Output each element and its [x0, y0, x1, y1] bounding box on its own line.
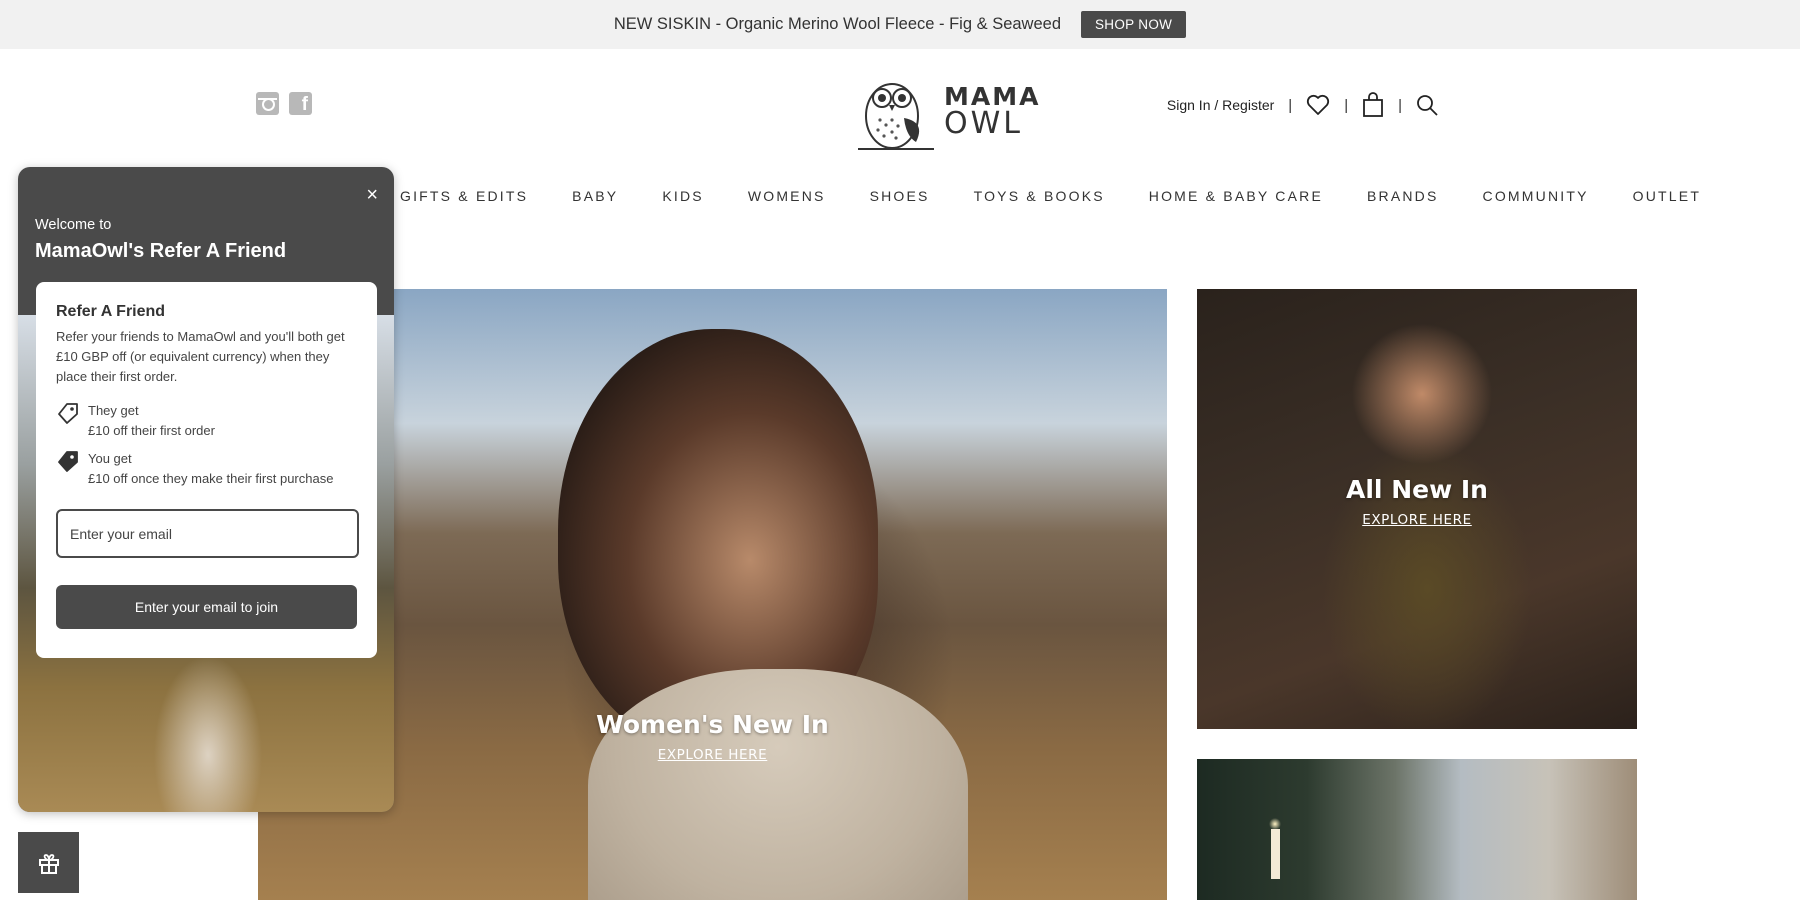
- sign-in-register-link[interactable]: Sign In / Register: [1167, 97, 1274, 113]
- you-get-benefit: You get £10 off once they make their fir…: [56, 449, 357, 489]
- search-icon: [1417, 95, 1438, 116]
- main-nav: GIFTS & EDITS BABY KIDS WOMENS SHOES TOY…: [400, 188, 1701, 204]
- you-get-detail: £10 off once they make their first purch…: [88, 471, 334, 486]
- all-new-in-title: All New In: [1346, 475, 1488, 504]
- bag-icon: [1363, 92, 1383, 117]
- nav-item-home-baby-care[interactable]: HOME & BABY CARE: [1149, 188, 1323, 204]
- tag-filled-icon: [58, 451, 78, 472]
- close-icon[interactable]: ×: [366, 185, 378, 205]
- nav-item-community[interactable]: COMMUNITY: [1483, 188, 1589, 204]
- refer-a-friend-popup: × Welcome to MamaOwl's Refer A Friend Re…: [18, 167, 394, 812]
- heart-icon: [1307, 94, 1330, 115]
- candle-image: [1271, 829, 1280, 879]
- womens-new-in-caption: Women's New In EXPLORE HERE: [258, 710, 1167, 764]
- tag-outline-icon: [58, 403, 78, 424]
- home-tile[interactable]: [1197, 759, 1637, 900]
- account-bar: Sign In / Register | | |: [1167, 92, 1438, 118]
- referral-launcher-button[interactable]: [18, 832, 79, 893]
- search-button[interactable]: [1416, 94, 1438, 116]
- you-get-title: You get: [88, 451, 132, 466]
- womens-new-in-tile[interactable]: Women's New In EXPLORE HERE: [258, 289, 1167, 900]
- nav-item-outlet[interactable]: OUTLET: [1633, 188, 1701, 204]
- logo-text-mama: MAMA: [944, 81, 1041, 111]
- nav-item-kids[interactable]: KIDS: [662, 188, 703, 204]
- social-links: f: [256, 92, 312, 115]
- popup-welcome-text: Welcome to: [35, 217, 112, 233]
- site-logo[interactable]: MAMA OWL: [856, 70, 1040, 152]
- facebook-icon[interactable]: f: [289, 92, 312, 115]
- nav-item-shoes[interactable]: SHOES: [870, 188, 930, 204]
- refer-card: Refer A Friend Refer your friends to Mam…: [36, 282, 377, 658]
- they-get-detail: £10 off their first order: [88, 423, 215, 438]
- owl-logo-icon: [858, 83, 934, 150]
- email-field[interactable]: [56, 509, 359, 558]
- logo-text-owl: OWL: [944, 105, 1023, 141]
- refer-card-description: Refer your friends to MamaOwl and you'll…: [56, 329, 345, 384]
- announcement-text: NEW SISKIN - Organic Merino Wool Fleece …: [613, 15, 1061, 33]
- hero-image-sweater: [588, 669, 968, 900]
- gift-icon: [38, 853, 59, 874]
- they-get-benefit: They get £10 off their first order: [56, 401, 357, 441]
- join-button[interactable]: Enter your email to join: [56, 585, 357, 629]
- separator: |: [1344, 96, 1349, 114]
- refer-card-heading: Refer A Friend: [56, 303, 166, 320]
- wishlist-button[interactable]: [1306, 94, 1330, 116]
- popup-title: MamaOwl's Refer A Friend: [35, 240, 287, 262]
- all-new-in-tile[interactable]: All New In EXPLORE HERE: [1197, 289, 1637, 729]
- separator: |: [1288, 96, 1293, 114]
- nav-item-gifts-edits[interactable]: GIFTS & EDITS: [400, 188, 528, 204]
- nav-item-womens[interactable]: WOMENS: [748, 188, 826, 204]
- shop-now-button[interactable]: SHOP NOW: [1081, 11, 1187, 38]
- womens-new-in-title: Women's New In: [596, 710, 829, 739]
- they-get-title: They get: [88, 403, 139, 418]
- announcement-bar: NEW SISKIN - Organic Merino Wool Fleece …: [0, 0, 1800, 49]
- womens-explore-link[interactable]: EXPLORE HERE: [658, 747, 768, 763]
- nav-item-baby[interactable]: BABY: [572, 188, 618, 204]
- separator: |: [1398, 96, 1402, 114]
- nav-item-toys-books[interactable]: TOYS & BOOKS: [974, 188, 1105, 204]
- instagram-icon[interactable]: [256, 92, 279, 115]
- nav-item-brands[interactable]: BRANDS: [1367, 188, 1439, 204]
- all-new-in-caption: All New In EXPLORE HERE: [1197, 475, 1637, 529]
- cart-button[interactable]: [1362, 92, 1384, 118]
- all-new-in-explore-link[interactable]: EXPLORE HERE: [1362, 512, 1472, 528]
